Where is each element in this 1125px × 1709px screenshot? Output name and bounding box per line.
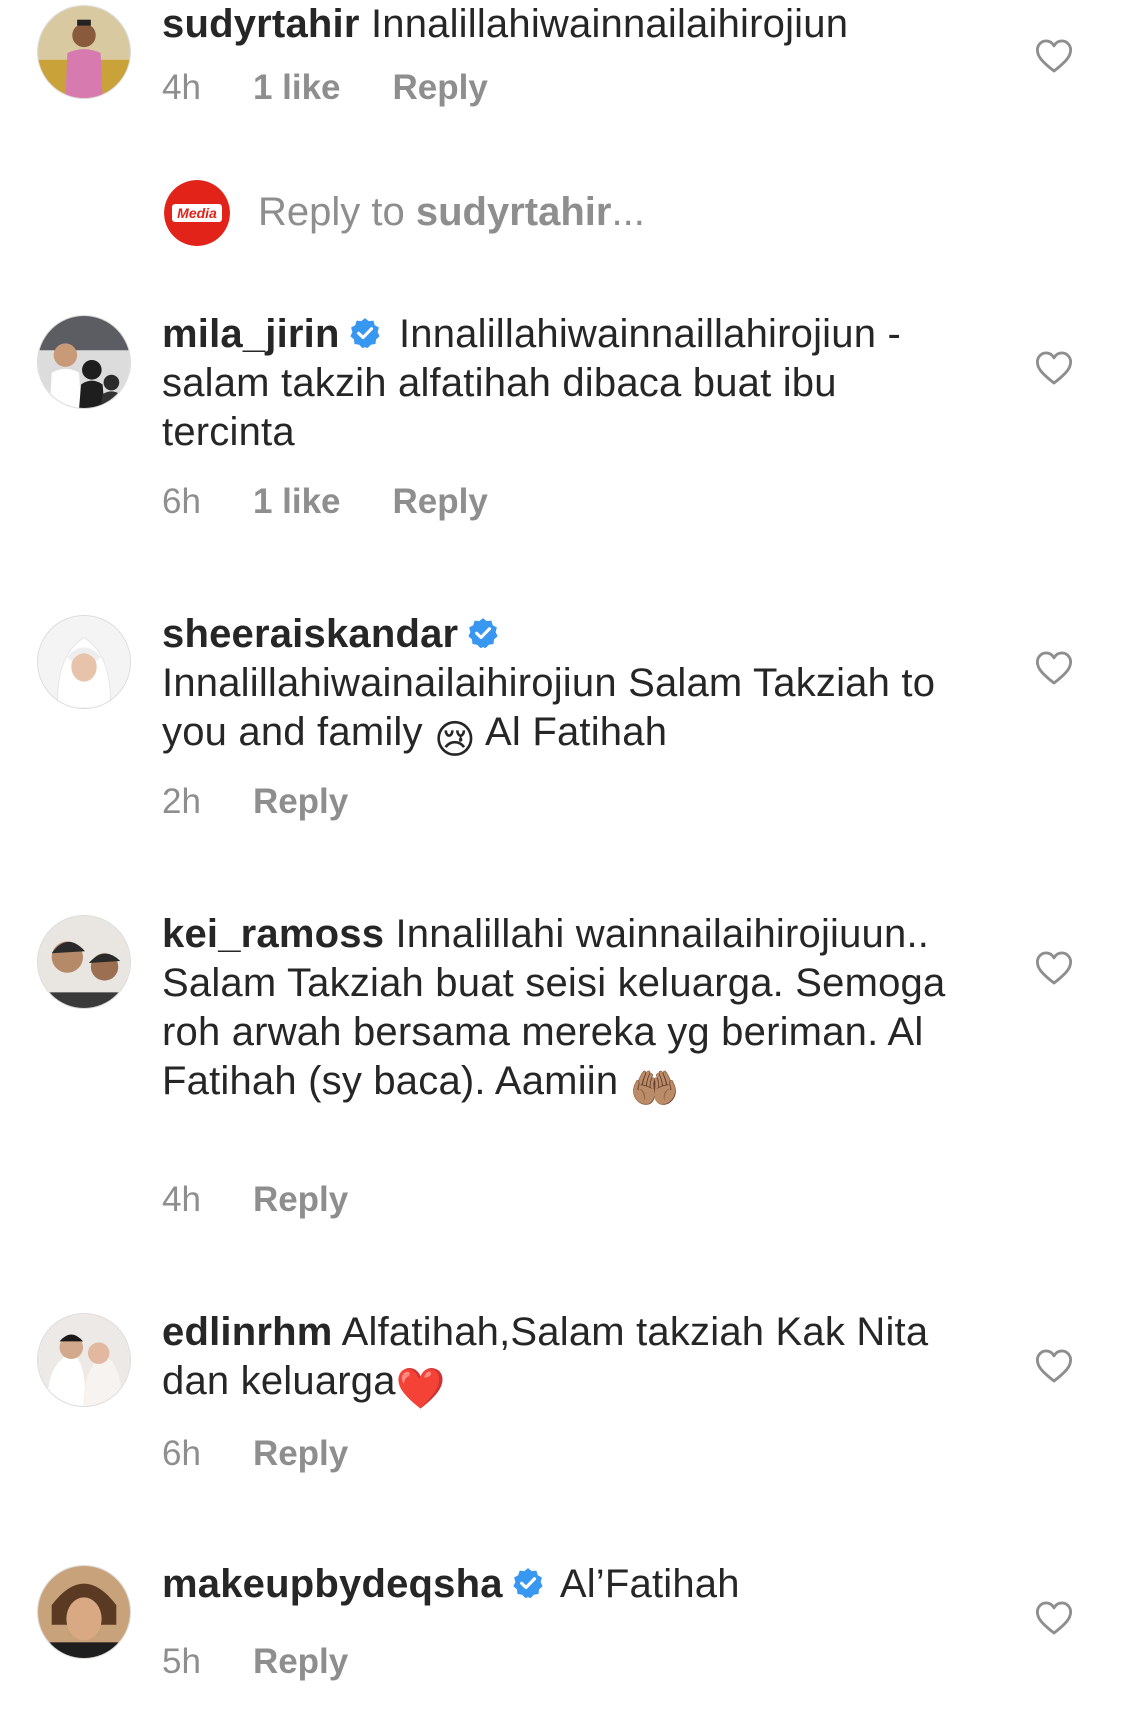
avatar[interactable] [37, 915, 131, 1009]
svg-text:Media: Media [177, 205, 217, 221]
comment-meta: 2h Reply [162, 782, 348, 822]
comment-text: sudyrtahir Innalillahiwainnailaihirojiun [162, 0, 962, 49]
comment-username[interactable]: makeupbydeqsha [162, 1562, 503, 1606]
like-heart-icon[interactable] [1035, 1348, 1073, 1384]
comment-time: 4h [162, 1180, 201, 1219]
like-heart-icon[interactable] [1035, 1600, 1073, 1636]
comment-body: Innalillahiwainnailaihirojiun [370, 2, 849, 46]
comment-text: edlinrhm Alfatihah,Salam takziah Kak Nit… [162, 1308, 962, 1414]
verified-badge-icon [466, 616, 500, 650]
comment-text: mila_jirin Innalillahiwainnaillahirojiun… [162, 310, 962, 457]
comment-body: Al’Fatihah [559, 1562, 740, 1606]
comment-username[interactable]: sheeraiskandar [162, 612, 458, 656]
avatar[interactable] [37, 1565, 131, 1659]
comment-time: 2h [162, 782, 201, 821]
reply-target: sudyrtahir [415, 190, 612, 234]
reply-button[interactable]: Reply [393, 68, 488, 108]
like-heart-icon[interactable] [1035, 350, 1073, 386]
reply-prefix: Reply to [258, 190, 416, 234]
comment-meta: 4h Reply [162, 1180, 348, 1220]
comment-username[interactable]: mila_jirin [162, 312, 340, 356]
palms-up-emoji: 🤲🏽 [629, 1067, 680, 1111]
comment-time: 4h [162, 68, 201, 107]
comment-time: 5h [162, 1642, 201, 1681]
verified-badge-icon [348, 316, 382, 350]
verified-badge-icon [511, 1566, 545, 1600]
reply-suffix: ... [611, 190, 645, 234]
reply-button[interactable]: Reply [253, 782, 348, 822]
comment-username[interactable]: edlinrhm [162, 1310, 333, 1354]
comment-text: sheeraiskandar Innalillahiwainailaihiroj… [162, 610, 962, 765]
reply-button[interactable]: Reply [253, 1434, 348, 1474]
comment-meta: 4h 1 like Reply [162, 68, 488, 108]
avatar[interactable] [37, 315, 131, 409]
comment-text: kei_ramoss Innalillahi wainnailaihirojiu… [162, 910, 962, 1114]
reply-input[interactable]: Reply to sudyrtahir... [258, 188, 645, 237]
like-heart-icon[interactable] [1035, 650, 1073, 686]
avatar[interactable] [37, 1313, 131, 1407]
comment-meta: 6h 1 like Reply [162, 482, 488, 522]
reply-button[interactable]: Reply [253, 1642, 348, 1682]
reply-button[interactable]: Reply [253, 1180, 348, 1220]
comment-meta: 6h Reply [162, 1434, 348, 1474]
likes-count[interactable]: 1 like [253, 68, 341, 108]
comment-time: 6h [162, 1434, 201, 1473]
reply-composer[interactable]: Media Reply to sudyrtahir... [0, 180, 1125, 250]
likes-count[interactable]: 1 like [253, 482, 341, 522]
avatar[interactable] [37, 615, 131, 709]
red-heart-emoji: ❤️ [395, 1367, 446, 1411]
comment-username[interactable]: sudyrtahir [162, 2, 360, 46]
comment-text: makeupbydeqsha Al’Fatihah [162, 1560, 962, 1609]
comment-username[interactable]: kei_ramoss [162, 912, 384, 956]
like-heart-icon[interactable] [1035, 38, 1073, 74]
avatar[interactable] [37, 5, 131, 99]
crying-face-emoji: 😢 [434, 718, 476, 762]
reply-button[interactable]: Reply [393, 482, 488, 522]
like-heart-icon[interactable] [1035, 950, 1073, 986]
comment-time: 6h [162, 482, 201, 521]
media-logo: Media [164, 180, 230, 246]
comment-body-end: Al Fatihah [475, 710, 668, 754]
comment-meta: 5h Reply [162, 1642, 348, 1682]
